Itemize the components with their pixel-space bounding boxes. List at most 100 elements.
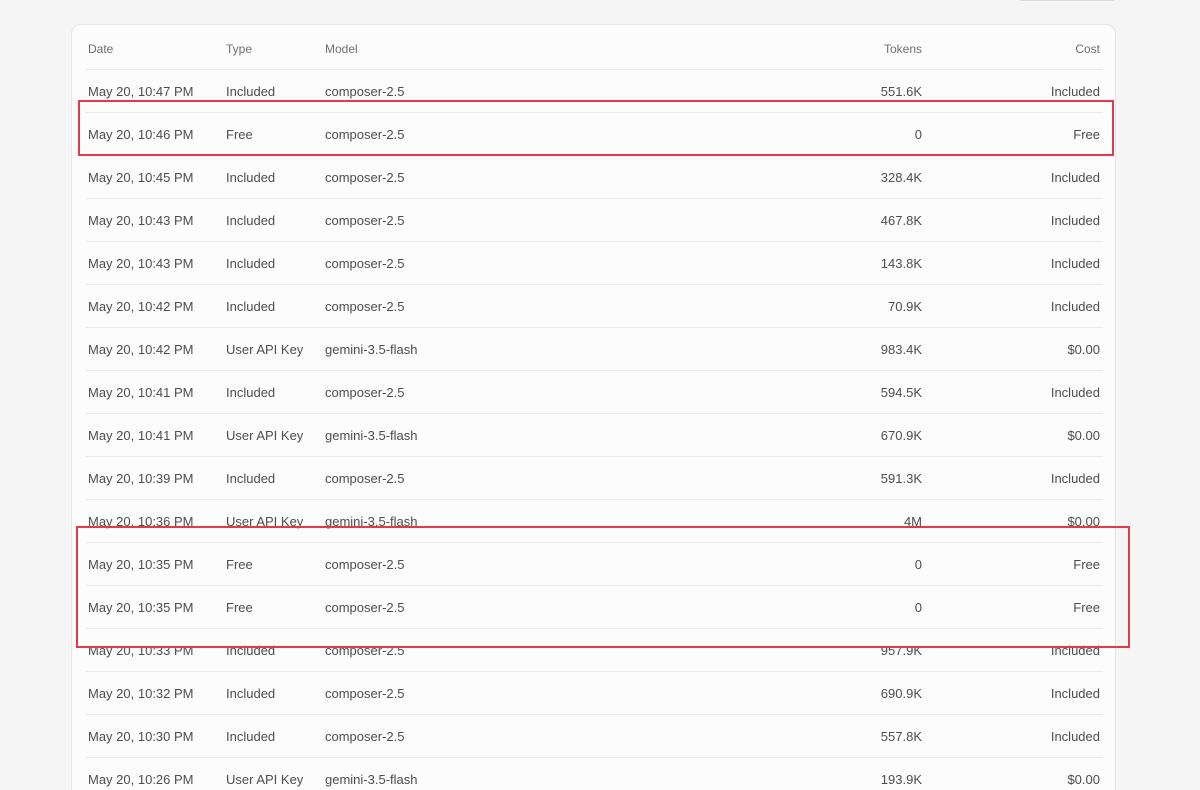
tokens-column-header[interactable]: Tokens <box>583 28 925 70</box>
table-row: May 20, 10:30 PM Included composer-2.5 557.… <box>86 714 1103 758</box>
row-model: composer-2.5 <box>323 714 583 758</box>
row-model: gemini-3.5-flash <box>323 327 583 371</box>
table-row: May 20, 10:36 PM User API Key gemini-3.5-f… <box>86 499 1103 543</box>
row-model: composer-2.5 <box>323 671 583 715</box>
row-cost: Included <box>925 370 1103 414</box>
row-cost: Included <box>925 628 1103 672</box>
row-type: Included <box>224 456 323 500</box>
usage-page: Date Type Model Tokens Cost May 20, 10:4… <box>0 0 1200 790</box>
table-row: May 20, 10:41 PM User API Key gemini-3.5-f… <box>86 413 1103 457</box>
row-model: composer-2.5 <box>323 456 583 500</box>
row-date: May 20, 10:43 PM <box>86 198 224 242</box>
table-row: May 20, 10:43 PM Included composer-2.5 143.… <box>86 241 1103 285</box>
row-tokens: 594.5K <box>583 370 925 414</box>
table-row: May 20, 10:26 PM User API Key gemini-3.5-f… <box>86 757 1103 790</box>
row-date: May 20, 10:39 PM <box>86 456 224 500</box>
row-tokens: 0 <box>583 542 925 586</box>
row-date: May 20, 10:45 PM <box>86 155 224 199</box>
top-control[interactable] <box>1018 0 1116 1</box>
row-model: composer-2.5 <box>323 112 583 156</box>
row-type: Included <box>224 671 323 715</box>
row-tokens: 591.3K <box>583 456 925 500</box>
row-type: User API Key <box>224 499 323 543</box>
row-model: composer-2.5 <box>323 155 583 199</box>
row-tokens: 690.9K <box>583 671 925 715</box>
row-cost: Free <box>925 112 1103 156</box>
row-model: composer-2.5 <box>323 69 583 113</box>
row-type: Free <box>224 542 323 586</box>
row-date: May 20, 10:33 PM <box>86 628 224 672</box>
row-date: May 20, 10:47 PM <box>86 69 224 113</box>
row-tokens: 0 <box>583 112 925 156</box>
row-tokens: 551.6K <box>583 69 925 113</box>
table-row: May 20, 10:45 PM Included composer-2.5 328.… <box>86 155 1103 199</box>
row-type: Free <box>224 112 323 156</box>
row-cost: Free <box>925 542 1103 586</box>
row-date: May 20, 10:42 PM <box>86 284 224 328</box>
row-model: composer-2.5 <box>323 370 583 414</box>
usage-table-panel: Date Type Model Tokens Cost May 20, 10:4… <box>71 24 1116 790</box>
row-type: Included <box>224 155 323 199</box>
table-row: May 20, 10:46 PM Free composer-2.5 0 Free <box>86 112 1103 156</box>
type-column-header[interactable]: Type <box>224 28 323 70</box>
row-tokens: 0 <box>583 585 925 629</box>
row-type: User API Key <box>224 757 323 790</box>
row-tokens: 328.4K <box>583 155 925 199</box>
row-tokens: 70.9K <box>583 284 925 328</box>
row-cost: Included <box>925 671 1103 715</box>
row-date: May 20, 10:32 PM <box>86 671 224 715</box>
date-column-header[interactable]: Date <box>86 28 224 70</box>
row-model: composer-2.5 <box>323 628 583 672</box>
usage-table: Date Type Model Tokens Cost May 20, 10:4… <box>86 28 1103 790</box>
row-type: Included <box>224 69 323 113</box>
table-row: May 20, 10:47 PM Included composer-2.5 551.… <box>86 69 1103 113</box>
row-model: composer-2.5 <box>323 542 583 586</box>
table-row: May 20, 10:42 PM Included composer-2.5 70.9… <box>86 284 1103 328</box>
row-model: composer-2.5 <box>323 284 583 328</box>
row-date: May 20, 10:35 PM <box>86 542 224 586</box>
table-row: May 20, 10:35 PM Free composer-2.5 0 Free <box>86 542 1103 586</box>
table-row: May 20, 10:39 PM Included composer-2.5 591.… <box>86 456 1103 500</box>
row-date: May 20, 10:26 PM <box>86 757 224 790</box>
table-row: May 20, 10:33 PM Included composer-2.5 957.… <box>86 628 1103 672</box>
row-date: May 20, 10:41 PM <box>86 370 224 414</box>
row-model: gemini-3.5-flash <box>323 499 583 543</box>
row-date: May 20, 10:30 PM <box>86 714 224 758</box>
row-cost: $0.00 <box>925 327 1103 371</box>
row-model: gemini-3.5-flash <box>323 413 583 457</box>
row-tokens: 143.8K <box>583 241 925 285</box>
table-header-row: Date Type Model Tokens Cost <box>86 28 1103 70</box>
table-row: May 20, 10:41 PM Included composer-2.5 594.… <box>86 370 1103 414</box>
cost-column-header[interactable]: Cost <box>925 28 1103 70</box>
row-cost: Included <box>925 241 1103 285</box>
row-tokens: 467.8K <box>583 198 925 242</box>
row-model: composer-2.5 <box>323 241 583 285</box>
row-type: Included <box>224 628 323 672</box>
row-model: composer-2.5 <box>323 585 583 629</box>
row-type: Included <box>224 370 323 414</box>
row-date: May 20, 10:42 PM <box>86 327 224 371</box>
row-cost: Included <box>925 155 1103 199</box>
table-row: May 20, 10:43 PM Included composer-2.5 467.… <box>86 198 1103 242</box>
row-type: User API Key <box>224 327 323 371</box>
row-tokens: 983.4K <box>583 327 925 371</box>
row-cost: $0.00 <box>925 413 1103 457</box>
row-tokens: 4M <box>583 499 925 543</box>
row-cost: Included <box>925 198 1103 242</box>
row-date: May 20, 10:46 PM <box>86 112 224 156</box>
table-row: May 20, 10:42 PM User API Key gemini-3.5-f… <box>86 327 1103 371</box>
row-cost: Included <box>925 714 1103 758</box>
row-cost: Free <box>925 585 1103 629</box>
row-type: User API Key <box>224 413 323 457</box>
row-date: May 20, 10:36 PM <box>86 499 224 543</box>
model-column-header[interactable]: Model <box>323 28 583 70</box>
row-type: Free <box>224 585 323 629</box>
row-type: Included <box>224 198 323 242</box>
row-date: May 20, 10:43 PM <box>86 241 224 285</box>
row-cost: $0.00 <box>925 499 1103 543</box>
row-tokens: 670.9K <box>583 413 925 457</box>
table-body: May 20, 10:47 PM Included composer-2.5 551.… <box>86 69 1103 790</box>
row-cost: Included <box>925 69 1103 113</box>
row-cost: $0.00 <box>925 757 1103 790</box>
row-tokens: 193.9K <box>583 757 925 790</box>
